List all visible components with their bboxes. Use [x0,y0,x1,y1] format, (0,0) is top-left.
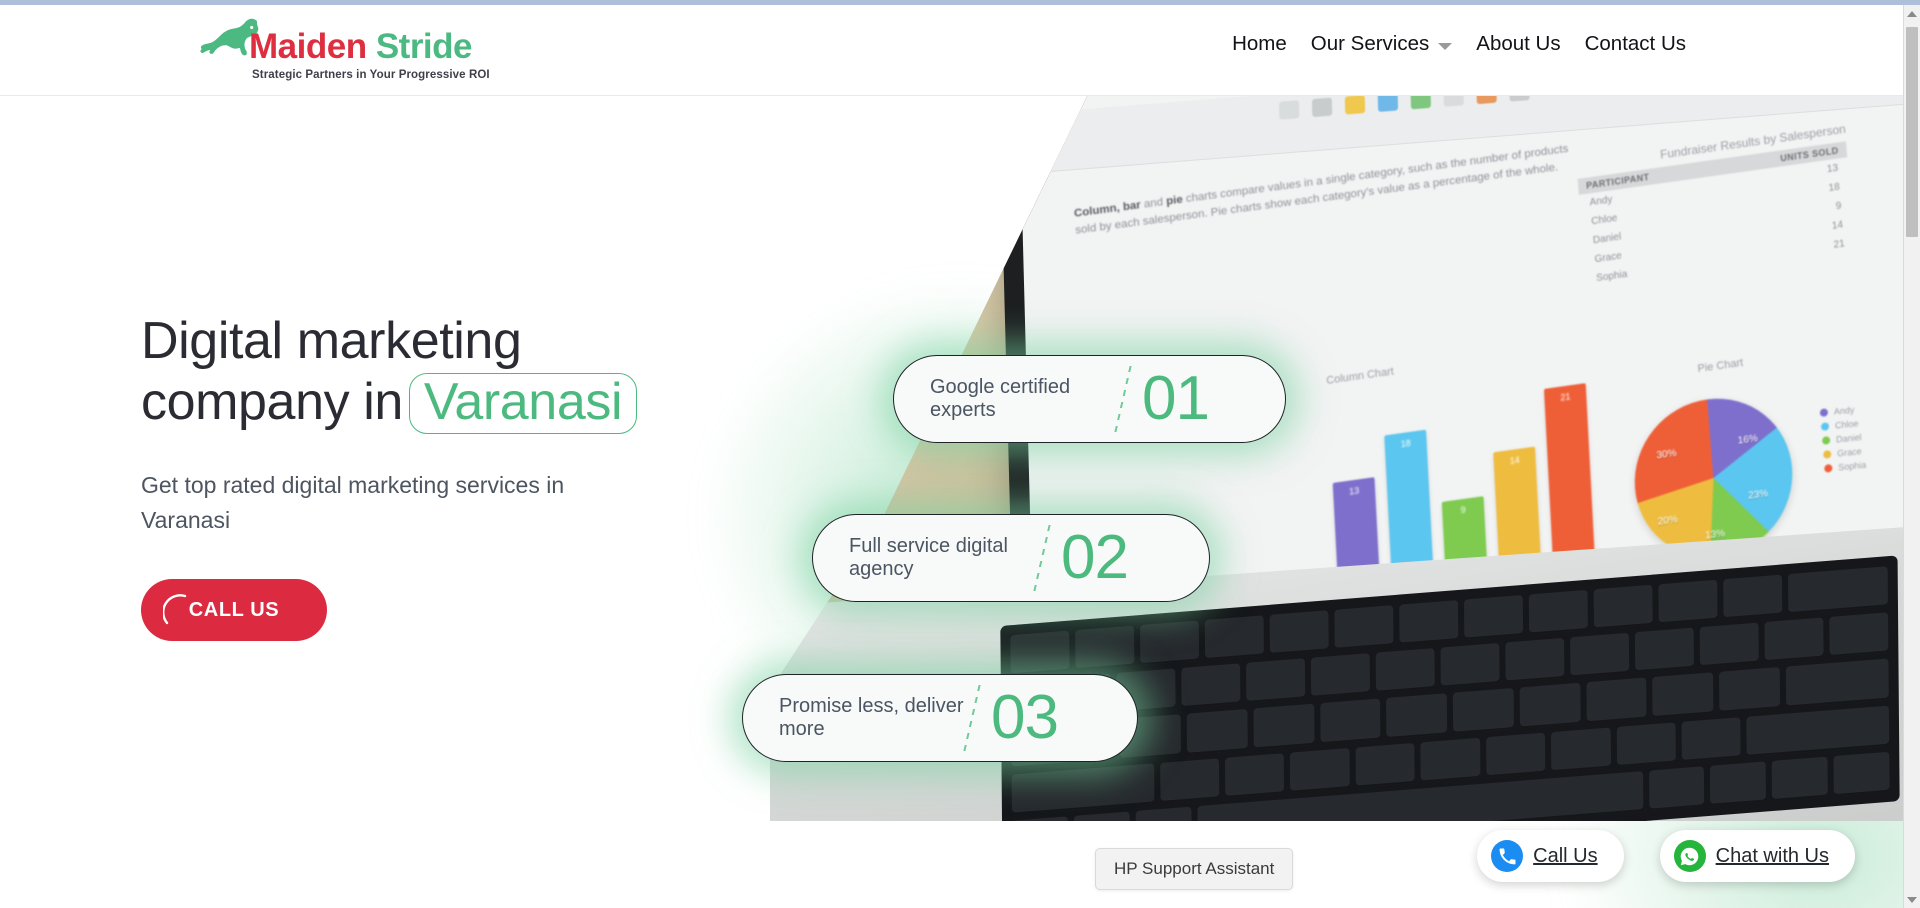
call-us-float-button[interactable]: Call Us [1477,830,1624,882]
ribbon-icon [1377,96,1399,113]
hp-support-assistant-popup[interactable]: HP Support Assistant [1095,848,1294,890]
nav-item-about-us[interactable]: About Us [1464,31,1572,57]
bar-value: 9 [1460,504,1466,516]
nav-label-about-us: About Us [1476,32,1561,55]
nav-label-contact-us: Contact Us [1584,32,1686,55]
site-header: Maiden Stride Strategic Partners in Your… [0,5,1903,96]
chat-with-us-float-button[interactable]: Chat with Us [1659,830,1855,882]
logo-word-maiden: Maiden [249,27,367,66]
nav-item-home[interactable]: Home [1220,31,1299,57]
chevron-down-icon [1438,42,1453,50]
nav-label-home: Home [1232,32,1287,55]
hero-title-line1: Digital marketing [141,312,522,370]
page-root: Maiden Stride Strategic Partners in Your… [0,0,1920,908]
call-us-button[interactable]: CALL US [141,579,327,642]
whatsapp-icon [1673,840,1706,872]
feature-card-number: 03 [991,683,1059,752]
bar-value: 18 [1400,437,1411,450]
call-us-float-label: Call Us [1533,844,1598,867]
table-cell-name: Grace [1594,250,1623,266]
table-cell-name: Daniel [1592,231,1622,247]
legend-item: Grace [1823,446,1865,460]
chat-with-us-float-label: Chat with Us [1715,844,1829,867]
hero-copy: Digital marketing company in Varanasi Get… [141,311,761,642]
scrollbar-down-arrow[interactable] [1904,891,1920,908]
feature-card-label: Promise less, deliver more [779,695,964,740]
pie-legend: Andy Chloe Daniel Grace Sophia [1819,403,1867,478]
bar-grace: 14 [1493,446,1542,569]
table-cell-units: 18 [1828,181,1841,194]
paragraph-bold-b: pie [1165,193,1184,208]
logo-tagline: Strategic Partners in Your Progressive R… [252,69,490,81]
main-navigation: Home Our Services About Us Contact Us [1220,31,1698,57]
logo-wordmark: Maiden Stride [249,27,473,66]
feature-card-label: Full service digital agency [849,535,1008,580]
table-cell-units: 9 [1835,200,1842,213]
feature-card-number: 02 [1061,523,1129,592]
site-logo[interactable]: Maiden Stride Strategic Partners in Your… [197,15,490,87]
legend-label: Sophia [1838,459,1867,473]
bar-sophia: 21 [1543,383,1595,561]
feature-card-01[interactable]: Google certified experts 01 [893,355,1286,443]
scrollbar-thumb[interactable] [1906,27,1918,237]
hero-title-highlight: Varanasi [408,372,638,435]
column-chart-title: Column Chart [1325,365,1395,387]
floating-contact-buttons: Call Us Chat with Us [1477,830,1855,882]
table-cell-units: 13 [1826,162,1839,176]
ribbon-icon [1344,96,1366,115]
phone-icon [1491,840,1524,872]
ribbon-icon [1278,100,1300,120]
browser-scrollbar[interactable] [1903,5,1920,908]
call-us-button-label: CALL US [188,598,280,621]
feature-card-03[interactable]: Promise less, deliver more 03 [742,674,1138,762]
table-cell-units: 14 [1831,219,1844,232]
table-cell-name: Chloe [1590,212,1618,228]
table-cell-name: Sophia [1595,268,1628,284]
hero-subtitle: Get top rated digital marketing services… [141,472,565,533]
legend-label: Chloe [1834,418,1859,431]
hero-title-line2: company in [141,372,403,431]
feature-card-number: 01 [1142,364,1210,433]
spreadsheet-table: PARTICIPANT UNITS SOLD Andy 13 Chloe 18 Da… [1577,141,1856,289]
scrollbar-up-arrow[interactable] [1904,5,1920,22]
legend-item: Andy [1819,404,1862,418]
feature-card-02[interactable]: Full service digital agency 02 [812,514,1210,602]
logo-word-stride: Stride [375,27,473,66]
legend-item: Sophia [1824,460,1866,474]
ribbon-icon [1509,96,1530,102]
page-title: Digital marketing company in Varanasi [141,311,761,435]
bar-value: 21 [1560,391,1571,403]
ribbon-icon [1443,96,1464,107]
arc-spinner-icon [163,594,187,625]
hero-section: Sparkline Chart Data Comparison Trend Da… [0,96,1903,908]
nav-label-our-services: Our Services [1310,32,1430,55]
nav-item-contact-us[interactable]: Contact Us [1573,31,1698,57]
legend-label: Grace [1836,446,1862,459]
bar-value: 14 [1509,454,1520,467]
table-cell-units: 21 [1833,238,1846,251]
legend-item: Chloe [1820,418,1863,432]
nav-item-our-services[interactable]: Our Services [1299,31,1464,57]
feature-card-label: Google certified experts [930,376,1071,421]
table-cell-name: Andy [1589,194,1613,209]
ribbon-icon [1311,97,1333,118]
paragraph-and: and [1143,196,1164,211]
legend-label: Andy [1833,404,1855,417]
legend-label: Daniel [1835,432,1862,445]
bar-value: 13 [1348,485,1360,497]
ribbon-icon [1476,96,1497,105]
ribbon-icon [1410,96,1431,110]
legend-item: Daniel [1821,432,1864,446]
